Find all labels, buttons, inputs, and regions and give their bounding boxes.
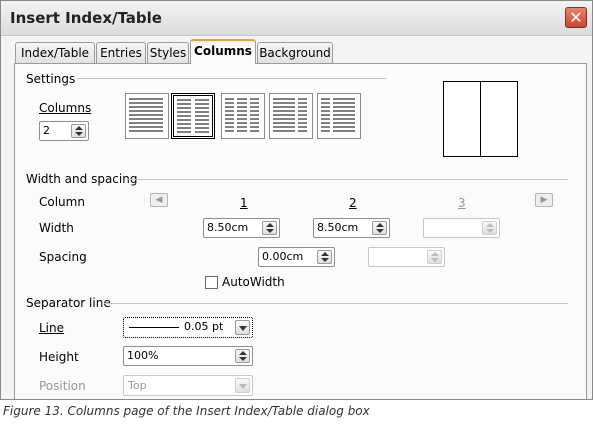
spin-updown-icon[interactable]	[372, 221, 387, 235]
line-style-dropdown[interactable]: 0.05 pt	[123, 317, 253, 338]
three-columns-icon	[225, 98, 259, 132]
preset-three-columns[interactable]	[221, 93, 265, 139]
tab-entries[interactable]: Entries	[96, 42, 146, 63]
line-style-value: 0.05 pt	[184, 320, 224, 333]
figure-caption: Figure 13. Columns page of the Insert In…	[3, 404, 370, 418]
spin-updown-icon[interactable]	[71, 124, 86, 138]
column-row-label: Column	[39, 195, 85, 209]
height-value: 100%	[127, 349, 159, 362]
separator-section-label: Separator line	[26, 296, 111, 310]
line-label: Line	[39, 321, 65, 335]
columns-count-value: 2	[43, 124, 50, 137]
spacing-2-3-spinner	[368, 247, 445, 267]
settings-divider	[77, 78, 386, 79]
chevron-down-icon	[235, 378, 250, 393]
column-number-2: 2	[349, 196, 357, 210]
tab-label: Styles	[149, 46, 187, 60]
preset-wide-left[interactable]	[269, 93, 313, 139]
separator-divider	[104, 303, 568, 304]
spin-updown-icon	[427, 250, 442, 264]
arrow-right-icon: ▶	[540, 195, 548, 205]
preset-wide-right[interactable]	[317, 93, 361, 139]
height-label: Height	[39, 350, 79, 364]
column-preview	[443, 81, 518, 157]
column-number-1: 1	[240, 196, 248, 210]
position-dropdown: Top	[123, 375, 253, 396]
preview-column-divider	[480, 82, 481, 156]
autowidth-label[interactable]: AutoWidth	[222, 275, 285, 289]
width-label: Width	[39, 221, 74, 235]
spin-updown-icon[interactable]	[317, 250, 332, 264]
preset-one-column[interactable]	[125, 93, 169, 139]
tab-index-table[interactable]: Index/Table	[15, 42, 95, 63]
column-1-width-spinner[interactable]: 8.50cm	[203, 218, 280, 238]
one-column-icon	[129, 98, 163, 132]
preset-two-columns[interactable]	[171, 93, 215, 139]
column-2-width-value: 8.50cm	[317, 221, 359, 234]
tab-styles[interactable]: Styles	[147, 42, 189, 63]
chevron-down-icon[interactable]	[235, 320, 250, 335]
tab-label: Entries	[100, 46, 142, 60]
column-1-width-value: 8.50cm	[207, 221, 249, 234]
tab-label: Index/Table	[20, 46, 90, 60]
position-value: Top	[128, 379, 147, 392]
line-style-sample	[129, 327, 179, 328]
previous-columns-button[interactable]: ◀	[150, 193, 168, 207]
spacing-label: Spacing	[39, 250, 87, 264]
width-spacing-divider	[128, 179, 568, 180]
wide-left-columns-icon	[273, 98, 307, 132]
close-button[interactable]: ✕	[565, 7, 587, 28]
spacing-1-2-value: 0.00cm	[262, 250, 304, 263]
spin-updown-icon[interactable]	[262, 221, 277, 235]
spin-updown-icon	[482, 221, 497, 235]
arrow-left-icon: ◀	[155, 195, 163, 205]
column-number-3: 3	[458, 196, 466, 210]
tab-background[interactable]: Background	[257, 42, 333, 63]
tab-label: Columns	[194, 44, 252, 58]
position-label: Position	[39, 379, 86, 393]
insert-index-table-dialog: Insert Index/Table ✕ Index/Table Entries…	[0, 0, 593, 400]
dialog-title: Insert Index/Table	[10, 9, 162, 27]
spacing-1-2-spinner[interactable]: 0.00cm	[258, 247, 335, 267]
width-spacing-section-label: Width and spacing	[26, 172, 138, 186]
column-2-width-spinner[interactable]: 8.50cm	[313, 218, 390, 238]
column-3-width-spinner	[423, 218, 500, 238]
columns-label: Columns	[39, 101, 92, 115]
two-columns-icon	[177, 99, 209, 133]
autowidth-checkbox[interactable]	[205, 276, 218, 289]
height-spinner[interactable]: 100%	[123, 346, 253, 366]
spin-updown-icon[interactable]	[235, 349, 250, 363]
wide-right-columns-icon	[321, 98, 355, 132]
next-columns-button[interactable]: ▶	[535, 193, 553, 207]
settings-section-label: Settings	[26, 72, 76, 86]
tab-label: Background	[259, 46, 331, 60]
tab-columns[interactable]: Columns	[190, 39, 256, 64]
columns-count-spinner[interactable]: 2	[39, 121, 89, 141]
close-icon: ✕	[569, 8, 583, 27]
title-bar: Insert Index/Table ✕	[1, 1, 592, 36]
